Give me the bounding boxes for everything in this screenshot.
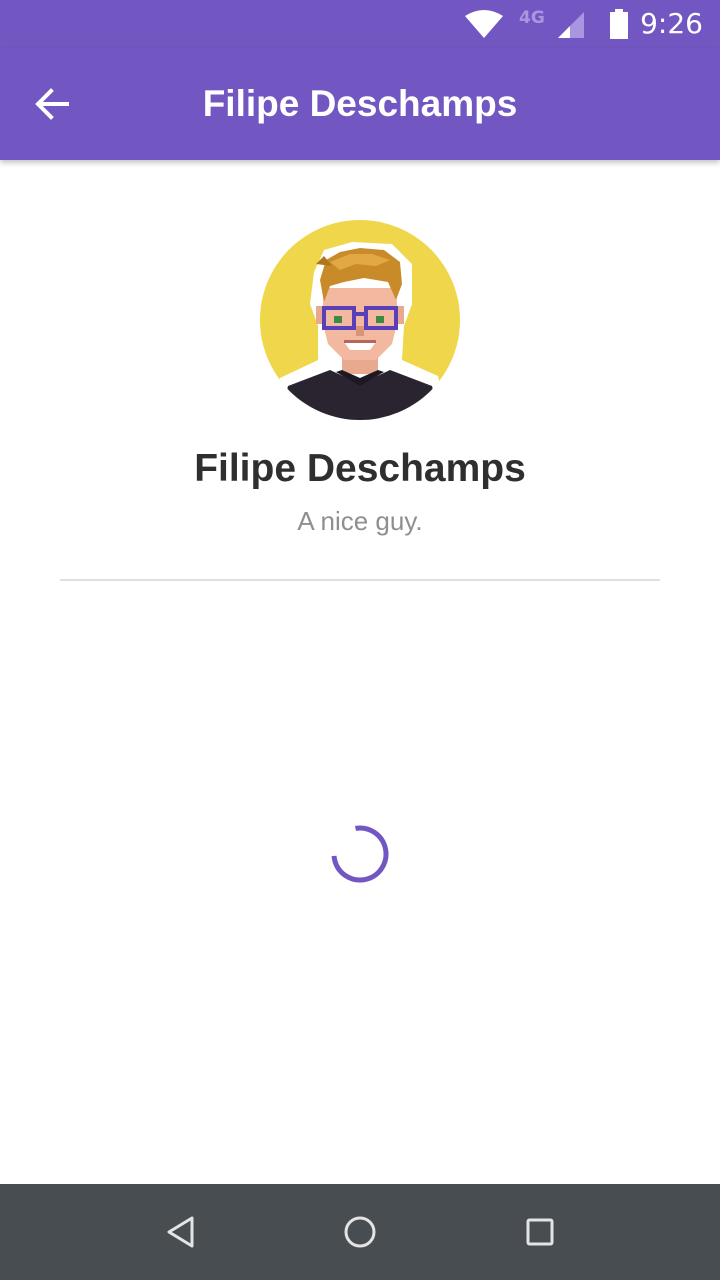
app-bar-title: Filipe Deschamps: [202, 83, 518, 124]
profile-screen: 4G 9:26 Filipe Deschamps Filipe Deschamp…: [0, 0, 720, 1280]
status-bar: 4G 9:26: [0, 0, 720, 48]
network-type-label: 4G: [519, 8, 545, 28]
nav-back-button[interactable]: [150, 1202, 210, 1262]
avatar-portrait-image: [260, 220, 460, 420]
profile-name: Filipe Deschamps: [194, 447, 526, 490]
progress-spinner-icon: [331, 825, 389, 883]
wifi-icon: [465, 10, 503, 38]
app-bar: Filipe Deschamps: [0, 48, 720, 160]
cell-signal-icon: [558, 12, 584, 38]
back-triangle-icon: [167, 1216, 194, 1248]
profile-bio: A nice guy.: [297, 506, 423, 536]
arrow-left-icon: [35, 88, 69, 120]
nav-home-button[interactable]: [330, 1202, 390, 1262]
divider: [60, 579, 660, 581]
nav-recents-button[interactable]: [510, 1202, 570, 1262]
battery-icon: [610, 9, 628, 39]
navigation-bar: [0, 1184, 720, 1280]
avatar: [260, 220, 460, 420]
back-button[interactable]: [24, 76, 80, 132]
recents-square-icon: [526, 1218, 554, 1246]
status-clock: 9:26: [640, 7, 703, 40]
home-circle-icon: [344, 1216, 376, 1248]
